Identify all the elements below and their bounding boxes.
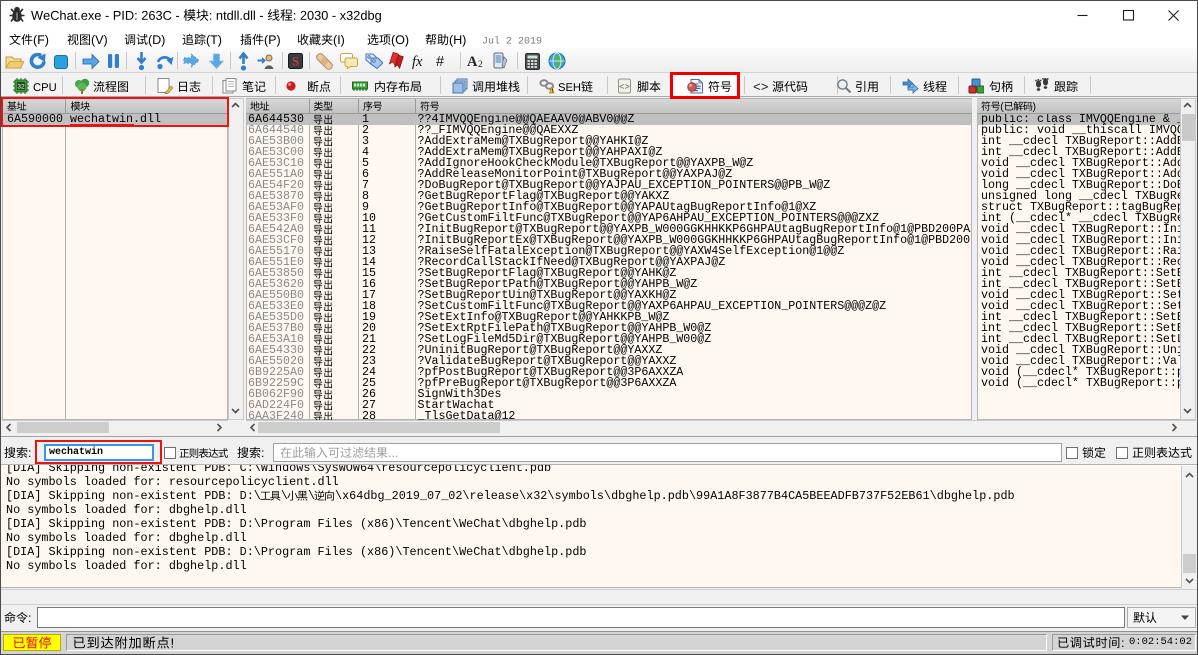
svg-text:S: S <box>292 54 299 69</box>
svg-text:fx: fx <box>412 54 423 69</box>
svg-text:#: # <box>436 54 444 69</box>
svg-text:<>: <> <box>753 80 769 94</box>
svg-text:2: 2 <box>478 60 483 69</box>
svg-text:<>: <> <box>619 83 630 93</box>
svg-text:32: 32 <box>17 84 25 91</box>
svg-text:A: A <box>467 54 478 69</box>
